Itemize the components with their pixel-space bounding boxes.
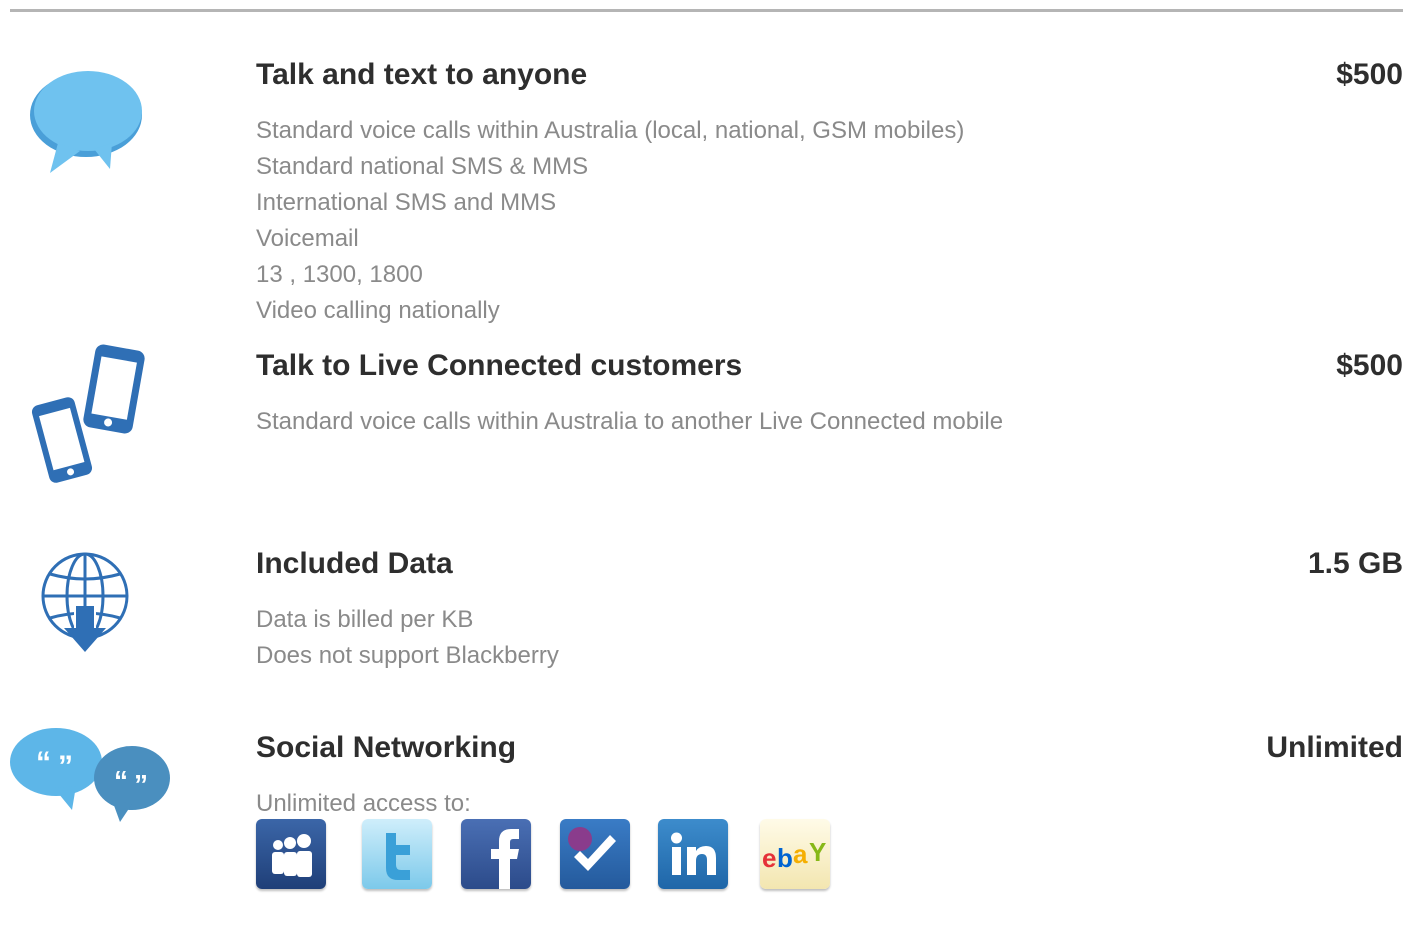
svg-text:”: ” [58, 750, 73, 783]
top-divider [10, 9, 1403, 12]
feature-line: Data is billed per KB [256, 606, 474, 633]
feature-title: Talk to Live Connected customers [256, 349, 743, 382]
speech-bubble-icon [28, 69, 148, 184]
twitter-icon[interactable] [362, 819, 432, 889]
feature-title: Talk and text to anyone [256, 58, 588, 91]
feature-line: Standard voice calls within Australia to… [256, 408, 1004, 435]
globe-download-icon [38, 548, 133, 668]
feature-line: Voicemail [256, 225, 359, 252]
feature-lines: Unlimited access to: [256, 786, 471, 822]
chat-bubbles-icon: “ ” “ ” [10, 726, 175, 831]
myspace-icon[interactable] [256, 819, 326, 889]
feature-line: 13 , 1300, 1800 [256, 261, 423, 288]
svg-text:e: e [762, 843, 776, 873]
svg-text:Y: Y [809, 837, 826, 867]
feature-line: Video calling nationally [256, 297, 500, 324]
linkedin-icon[interactable] [658, 819, 728, 889]
feature-value: $500 [1336, 58, 1403, 91]
feature-lines: Data is billed per KB Does not support B… [256, 602, 559, 674]
feature-line: Standard voice calls within Australia (l… [256, 117, 965, 144]
feature-line: International SMS and MMS [256, 189, 557, 216]
foursquare-icon[interactable] [560, 819, 630, 889]
feature-value: Unlimited [1266, 731, 1403, 764]
feature-line: Standard national SMS & MMS [256, 153, 589, 180]
feature-line: Unlimited access to: [256, 790, 471, 817]
svg-text:“: “ [36, 746, 51, 779]
svg-text:“: “ [114, 765, 128, 796]
two-phones-icon [22, 344, 167, 494]
svg-text:b: b [777, 843, 793, 873]
feature-lines: Standard voice calls within Australia (l… [256, 113, 964, 329]
svg-text:a: a [793, 839, 808, 869]
feature-line: Does not support Blackberry [256, 642, 559, 669]
feature-title: Included Data [256, 547, 453, 580]
ebay-icon[interactable]: e b a Y [760, 819, 830, 889]
feature-title: Social Networking [256, 731, 517, 764]
facebook-icon[interactable] [461, 819, 531, 889]
feature-value: $500 [1336, 349, 1403, 382]
svg-text:”: ” [134, 769, 148, 800]
feature-lines: Standard voice calls within Australia to… [256, 404, 1003, 440]
feature-value: 1.5 GB [1307, 547, 1403, 580]
